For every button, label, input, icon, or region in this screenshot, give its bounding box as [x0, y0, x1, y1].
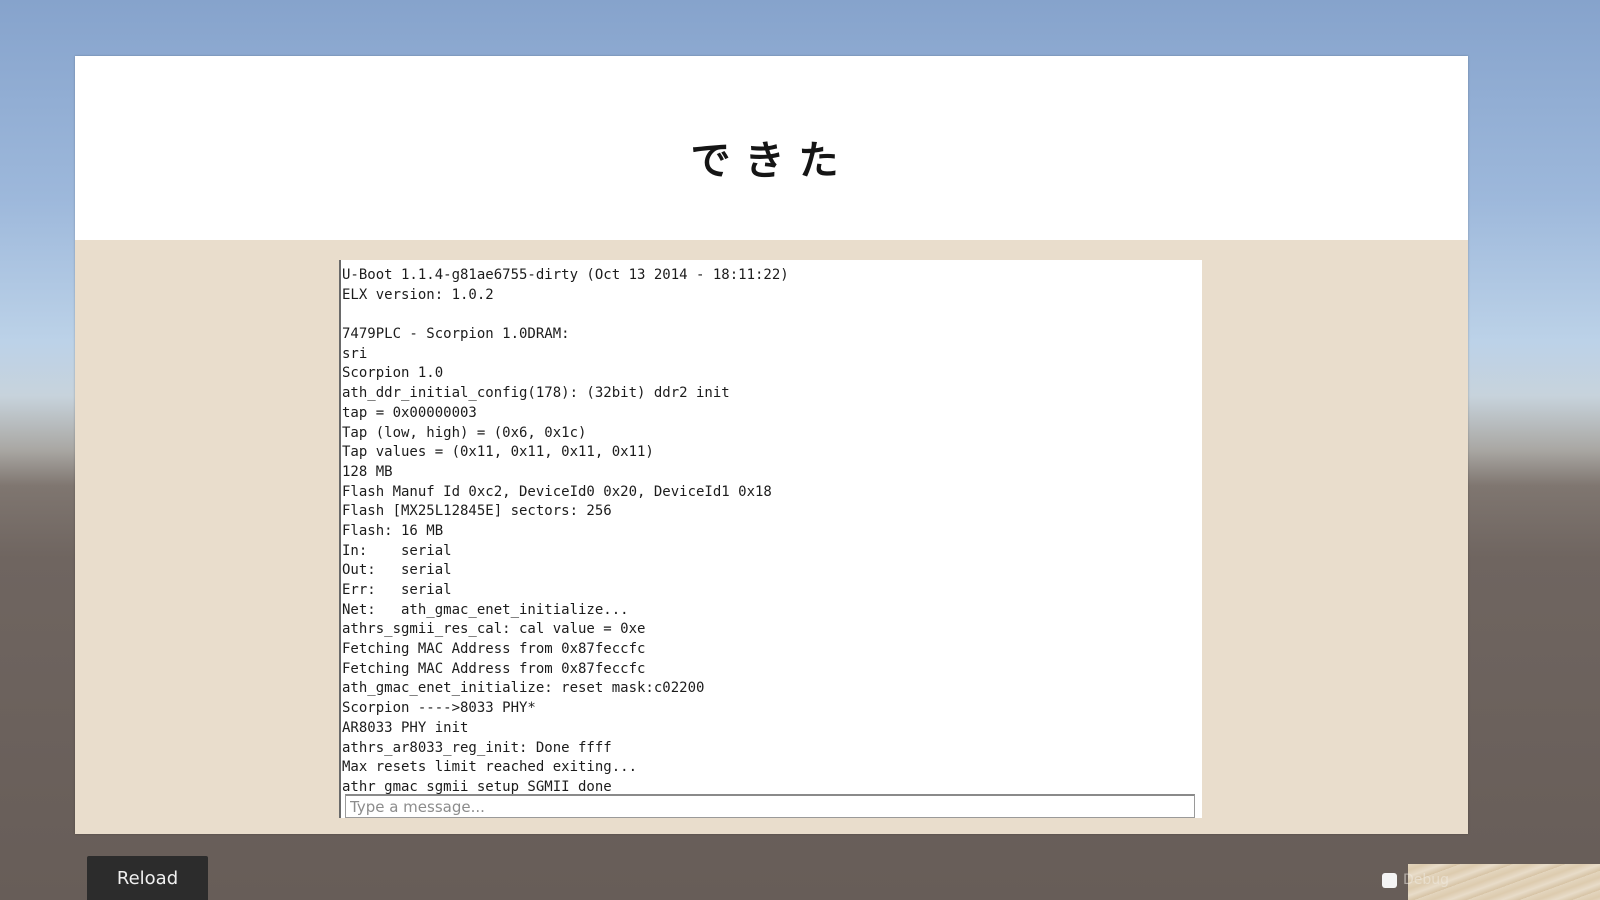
console-line: Flash Manuf Id 0xc2, DeviceId0 0x20, Dev…	[342, 483, 772, 500]
console-line: Scorpion 1.0	[342, 365, 444, 382]
console-line: Flash [MX25L12845E] sectors: 256	[342, 503, 612, 520]
console-line: Tap values = (0x11, 0x11, 0x11, 0x11)	[342, 444, 654, 461]
console-line: U-Boot 1.1.4-g81ae6755-dirty (Oct 13 201…	[342, 267, 789, 283]
debug-checkbox[interactable]	[1382, 872, 1397, 888]
console-line: AR8033 PHY init	[342, 719, 469, 736]
reload-button[interactable]: Reload	[87, 856, 208, 900]
console-line: sri	[342, 345, 368, 362]
console-line: athrs_ar8033_reg_init: Done ffff	[342, 739, 612, 756]
console-line: 7479PLC - Scorpion 1.0DRAM:	[342, 326, 570, 343]
page-title: できた	[690, 138, 853, 184]
debug-toggle[interactable]: Debug	[1382, 870, 1449, 890]
console-line: ELX version: 1.0.2	[342, 286, 494, 303]
message-input[interactable]	[345, 794, 1195, 818]
serial-console[interactable]: U-Boot 1.1.4-g81ae6755-dirty (Oct 13 201…	[339, 260, 1202, 818]
console-line: Flash: 16 MB	[342, 522, 444, 539]
console-log[interactable]: U-Boot 1.1.4-g81ae6755-dirty (Oct 13 201…	[341, 260, 1202, 796]
debug-label: Debug	[1403, 872, 1450, 888]
console-line: In: serial	[342, 542, 452, 559]
main-panel: できた U-Boot 1.1.4-g81ae6755-dirty (Oct 13…	[75, 56, 1468, 834]
console-line: Fetching MAC Address from 0x87feccfc	[342, 660, 646, 677]
console-line: ath_ddr_initial_config(178): (32bit) ddr…	[342, 385, 730, 402]
console-line: 128 MB	[342, 463, 393, 480]
console-line: Net: ath_gmac_enet_initialize...	[342, 601, 629, 618]
console-line: Scorpion ---->8033 PHY*	[342, 700, 536, 717]
console-line: Max resets limit reached exiting...	[342, 759, 638, 776]
console-line: Tap (low, high) = (0x6, 0x1c)	[342, 424, 587, 441]
console-line: tap = 0x00000003	[342, 404, 477, 421]
page-header: できた	[75, 56, 1468, 240]
console-line: Out: serial	[342, 562, 452, 579]
console-line: Fetching MAC Address from 0x87feccfc	[342, 641, 646, 658]
console-line: athrs_sgmii_res_cal: cal value = 0xe	[342, 621, 646, 638]
console-line: Err: serial	[342, 582, 452, 598]
console-line: ath_gmac_enet_initialize: reset mask:c02…	[342, 680, 705, 697]
